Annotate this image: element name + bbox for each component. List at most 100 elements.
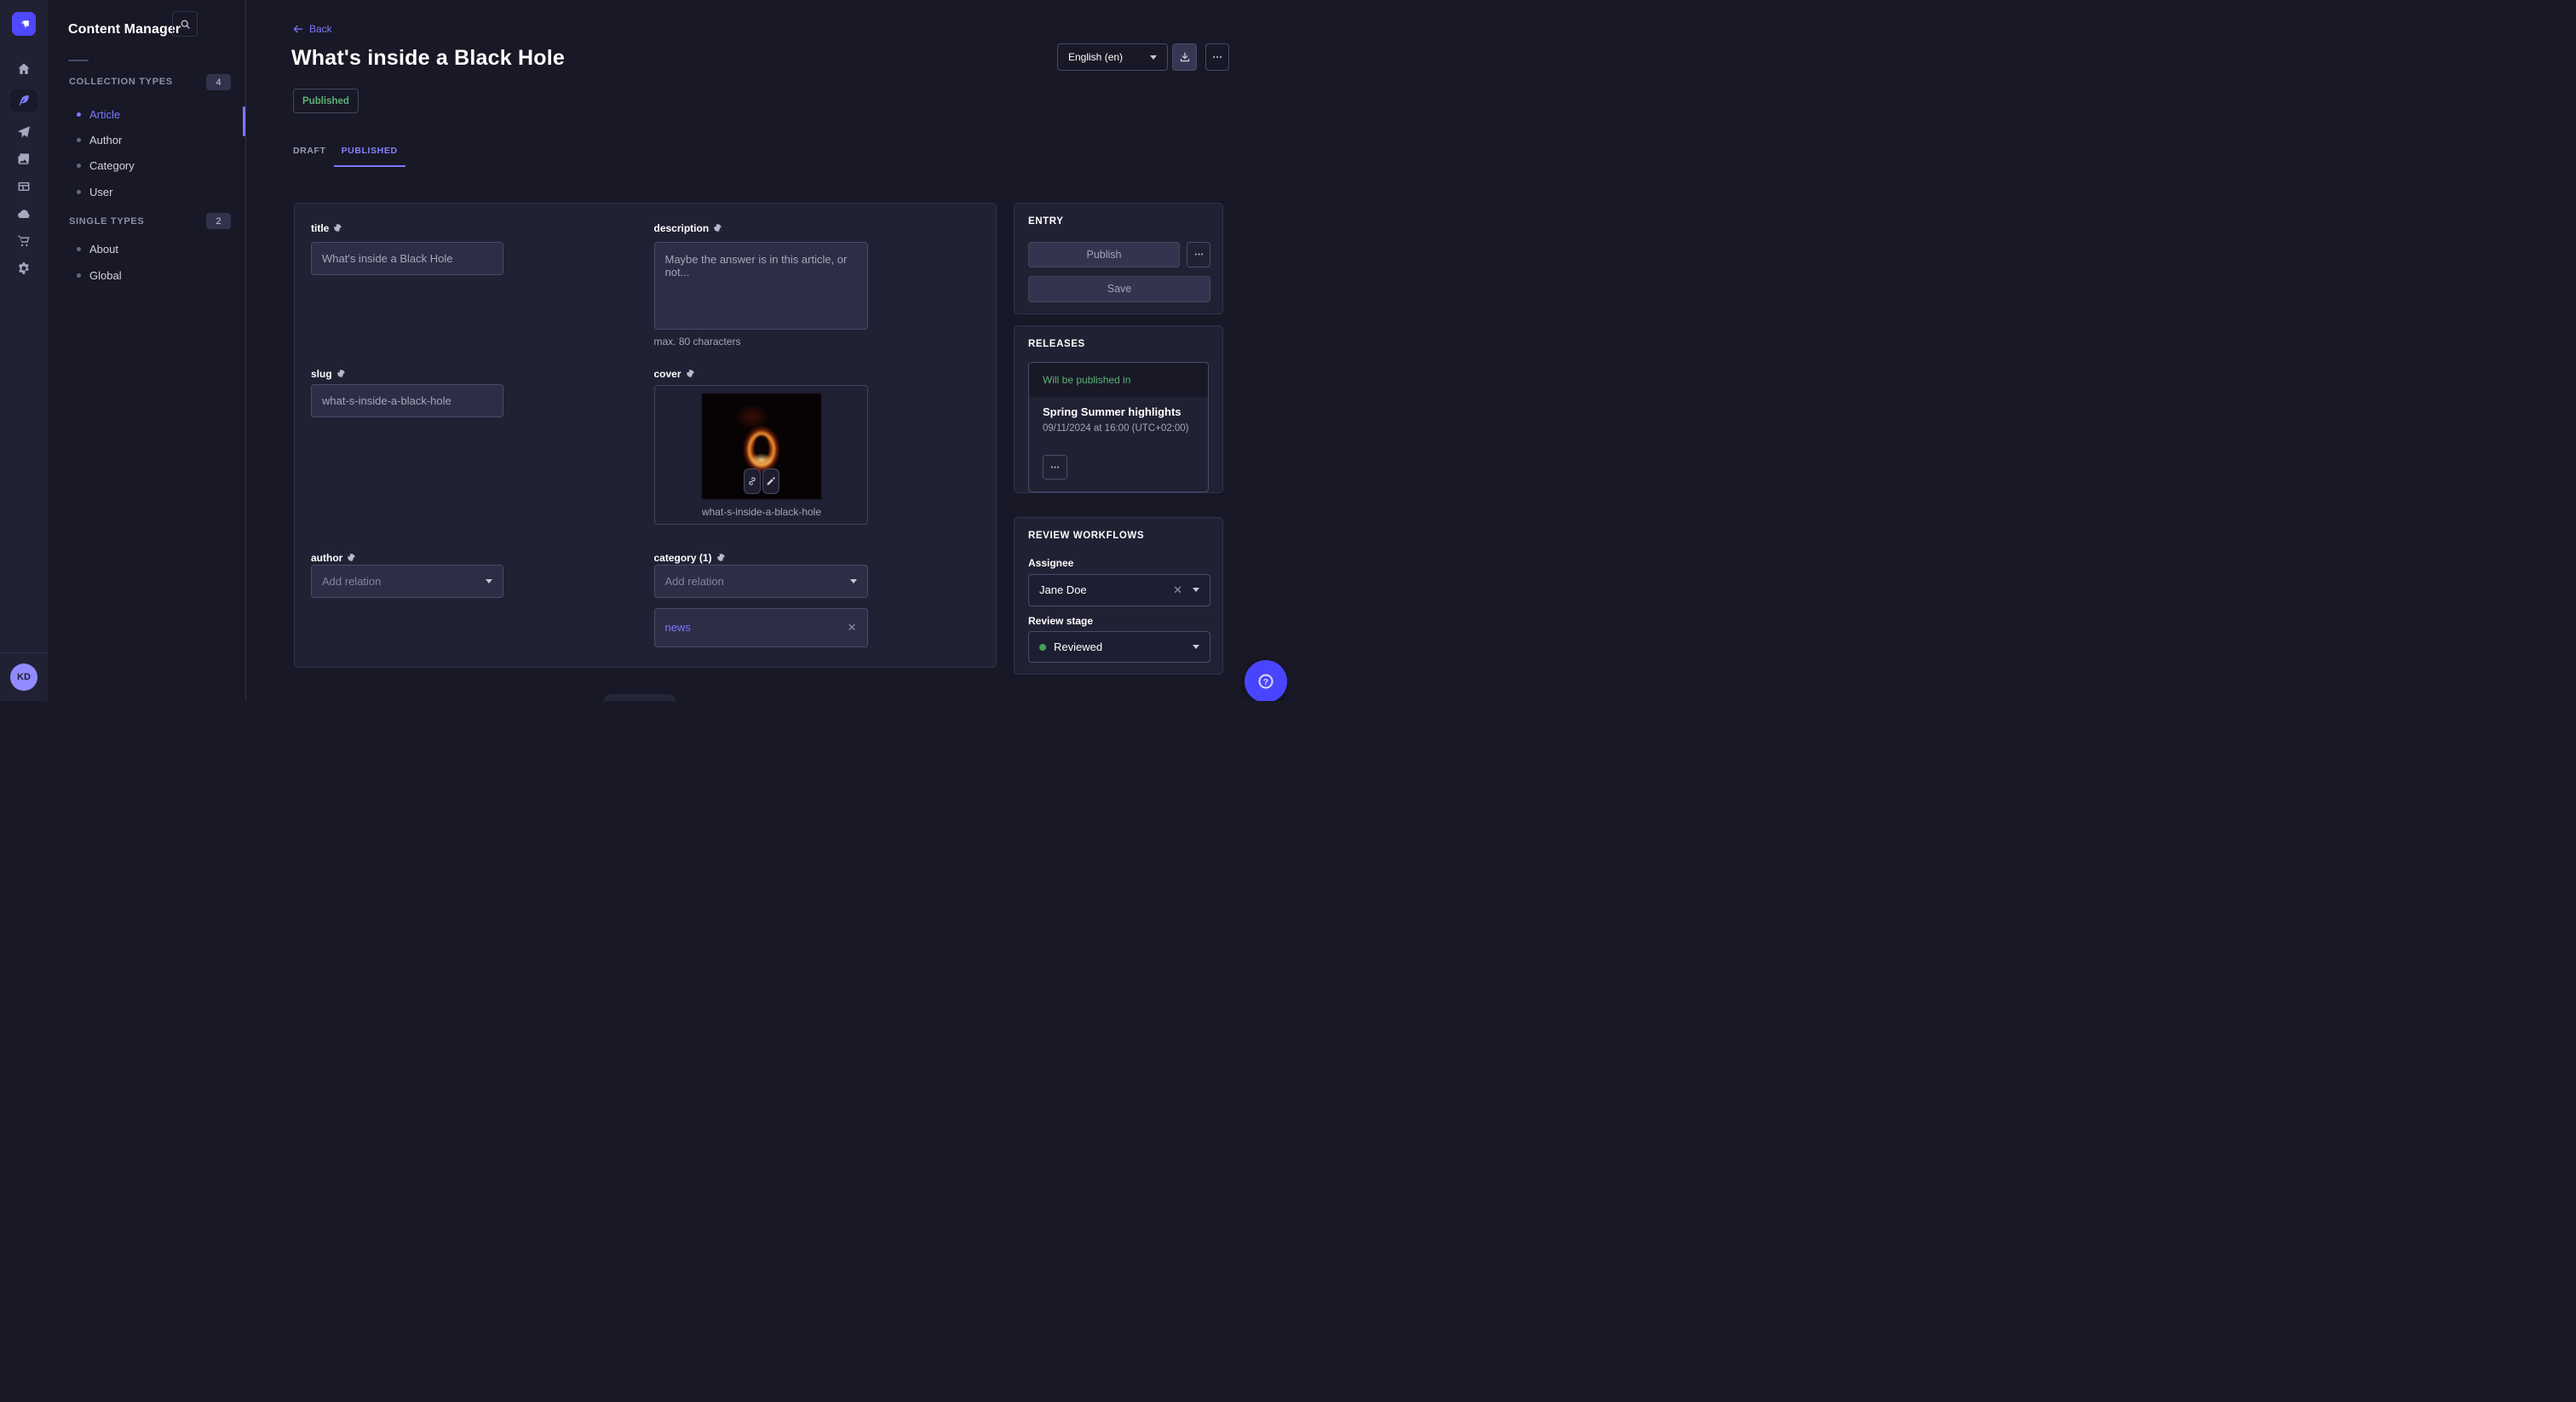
review-workflows-panel: REVIEW WORKFLOWS Assignee Jane Doe ✕ Rev… <box>1014 517 1223 675</box>
slug-input[interactable] <box>311 384 503 417</box>
back-button[interactable]: Back <box>292 23 332 35</box>
globe-icon <box>336 369 346 378</box>
description-hint: max. 80 characters <box>654 336 741 348</box>
sidebar-item-about[interactable]: About <box>48 236 245 261</box>
cart-icon[interactable] <box>17 234 31 248</box>
field-label-text: author <box>311 552 342 564</box>
sidebar-item-global[interactable]: Global <box>48 262 245 288</box>
description-field-label: description <box>654 222 723 234</box>
gear-icon[interactable] <box>17 261 31 275</box>
search-icon <box>180 19 191 30</box>
tab-published[interactable]: PUBLISHED <box>334 136 405 167</box>
category-tag-link[interactable]: news <box>665 621 691 634</box>
sidebar-item-label: Global <box>89 269 122 282</box>
strapi-logo[interactable] <box>12 12 36 36</box>
entry-more-button[interactable] <box>1187 242 1210 267</box>
bullet-icon <box>77 164 81 168</box>
publish-button[interactable]: Publish <box>1028 242 1180 267</box>
entry-panel-title: ENTRY <box>1028 216 1064 227</box>
back-label: Back <box>309 23 332 35</box>
sidebar-item-label: Category <box>89 159 135 172</box>
version-tabs: DRAFT PUBLISHED <box>285 136 405 167</box>
field-label-text: title <box>311 222 329 234</box>
relation-placeholder: Add relation <box>322 575 381 588</box>
chevron-down-icon <box>1193 645 1199 649</box>
clear-assignee-icon[interactable]: ✕ <box>1173 584 1182 595</box>
send-icon[interactable] <box>17 125 31 139</box>
field-label-text: description <box>654 222 710 234</box>
globe-icon <box>713 223 722 233</box>
link-icon <box>747 476 757 486</box>
tab-draft[interactable]: DRAFT <box>285 136 334 167</box>
edit-cover-button[interactable] <box>762 468 779 494</box>
title-input[interactable] <box>311 242 503 275</box>
sidebar-item-user[interactable]: User <box>48 179 245 204</box>
globe-icon <box>686 369 695 378</box>
download-button[interactable] <box>1172 43 1197 71</box>
bullet-icon <box>77 190 81 194</box>
cover-field: what-s-inside-a-black-hole <box>654 385 868 526</box>
release-date: 09/11/2024 at 16:00 (UTC+02:00) <box>1043 423 1194 434</box>
question-circle-icon: ? <box>1256 672 1275 691</box>
category-field-label: category (1) <box>654 552 726 564</box>
home-icon[interactable] <box>17 62 31 76</box>
remove-tag-icon[interactable]: ✕ <box>848 622 857 633</box>
stage-status-dot <box>1039 644 1046 651</box>
sidebar-item-category[interactable]: Category <box>48 153 245 179</box>
chevron-down-icon <box>850 579 857 583</box>
field-label-text: category (1) <box>654 552 712 564</box>
user-avatar[interactable]: KD <box>10 664 37 691</box>
release-status: Will be published in <box>1029 363 1208 397</box>
copy-link-button[interactable] <box>744 468 761 494</box>
nav-rail: KD <box>0 0 49 701</box>
assignee-select[interactable]: Jane Doe ✕ <box>1028 574 1210 606</box>
bullet-icon <box>77 138 81 142</box>
chevron-down-icon <box>486 579 492 583</box>
assignee-value: Jane Doe <box>1039 583 1087 596</box>
entry-panel: ENTRY Publish Save <box>1014 203 1223 315</box>
feather-icon[interactable] <box>10 89 37 112</box>
stage-value: Reviewed <box>1054 641 1102 653</box>
main-area: Back What's inside a Black Hole Publishe… <box>245 0 1288 701</box>
author-relation-select[interactable]: Add relation <box>311 565 503 598</box>
sidebar-item-article[interactable]: Article <box>48 101 245 127</box>
review-panel-title: REVIEW WORKFLOWS <box>1028 531 1144 541</box>
status-badge: Published <box>293 89 359 113</box>
chevron-down-icon <box>1193 588 1199 592</box>
pencil-icon <box>766 476 776 486</box>
search-button[interactable] <box>172 11 198 37</box>
media-icon[interactable] <box>17 152 31 166</box>
ellipsis-icon <box>1193 249 1205 260</box>
field-label-text: cover <box>654 368 681 380</box>
globe-icon <box>347 553 356 562</box>
sidebar-item-label: Article <box>89 108 120 121</box>
sidebar-item-author[interactable]: Author <box>48 128 245 153</box>
page-title: What's inside a Black Hole <box>291 46 565 71</box>
single-types-label: SINGLE TYPES <box>69 216 144 227</box>
svg-text:?: ? <box>1263 677 1268 687</box>
strapi-logo-icon <box>17 17 32 32</box>
help-button[interactable]: ? <box>1245 660 1287 701</box>
field-label-text: slug <box>311 368 332 380</box>
collection-types-count: 4 <box>206 74 231 90</box>
bullet-icon <box>77 273 81 278</box>
save-button[interactable]: Save <box>1028 276 1210 302</box>
more-actions-button[interactable] <box>1205 43 1229 71</box>
download-icon <box>1179 51 1191 63</box>
author-field-label: author <box>311 552 356 564</box>
collection-types-label: COLLECTION TYPES <box>69 77 173 87</box>
next-section-peek <box>603 694 676 701</box>
description-textarea[interactable]: Maybe the answer is in this article, or … <box>654 242 868 330</box>
locale-select[interactable]: English (en) <box>1057 43 1168 71</box>
bullet-icon <box>77 112 81 117</box>
category-relation-item: news ✕ <box>654 608 868 647</box>
review-stage-label: Review stage <box>1028 615 1093 627</box>
layout-icon[interactable] <box>17 180 31 193</box>
cover-caption: what-s-inside-a-black-hole <box>655 506 869 518</box>
release-more-button[interactable] <box>1043 455 1067 480</box>
category-relation-select[interactable]: Add relation <box>654 565 868 598</box>
relation-placeholder: Add relation <box>665 575 724 588</box>
review-stage-select[interactable]: Reviewed <box>1028 631 1210 663</box>
cloud-icon[interactable] <box>17 207 31 221</box>
releases-panel: RELEASES Will be published in Spring Sum… <box>1014 325 1223 494</box>
